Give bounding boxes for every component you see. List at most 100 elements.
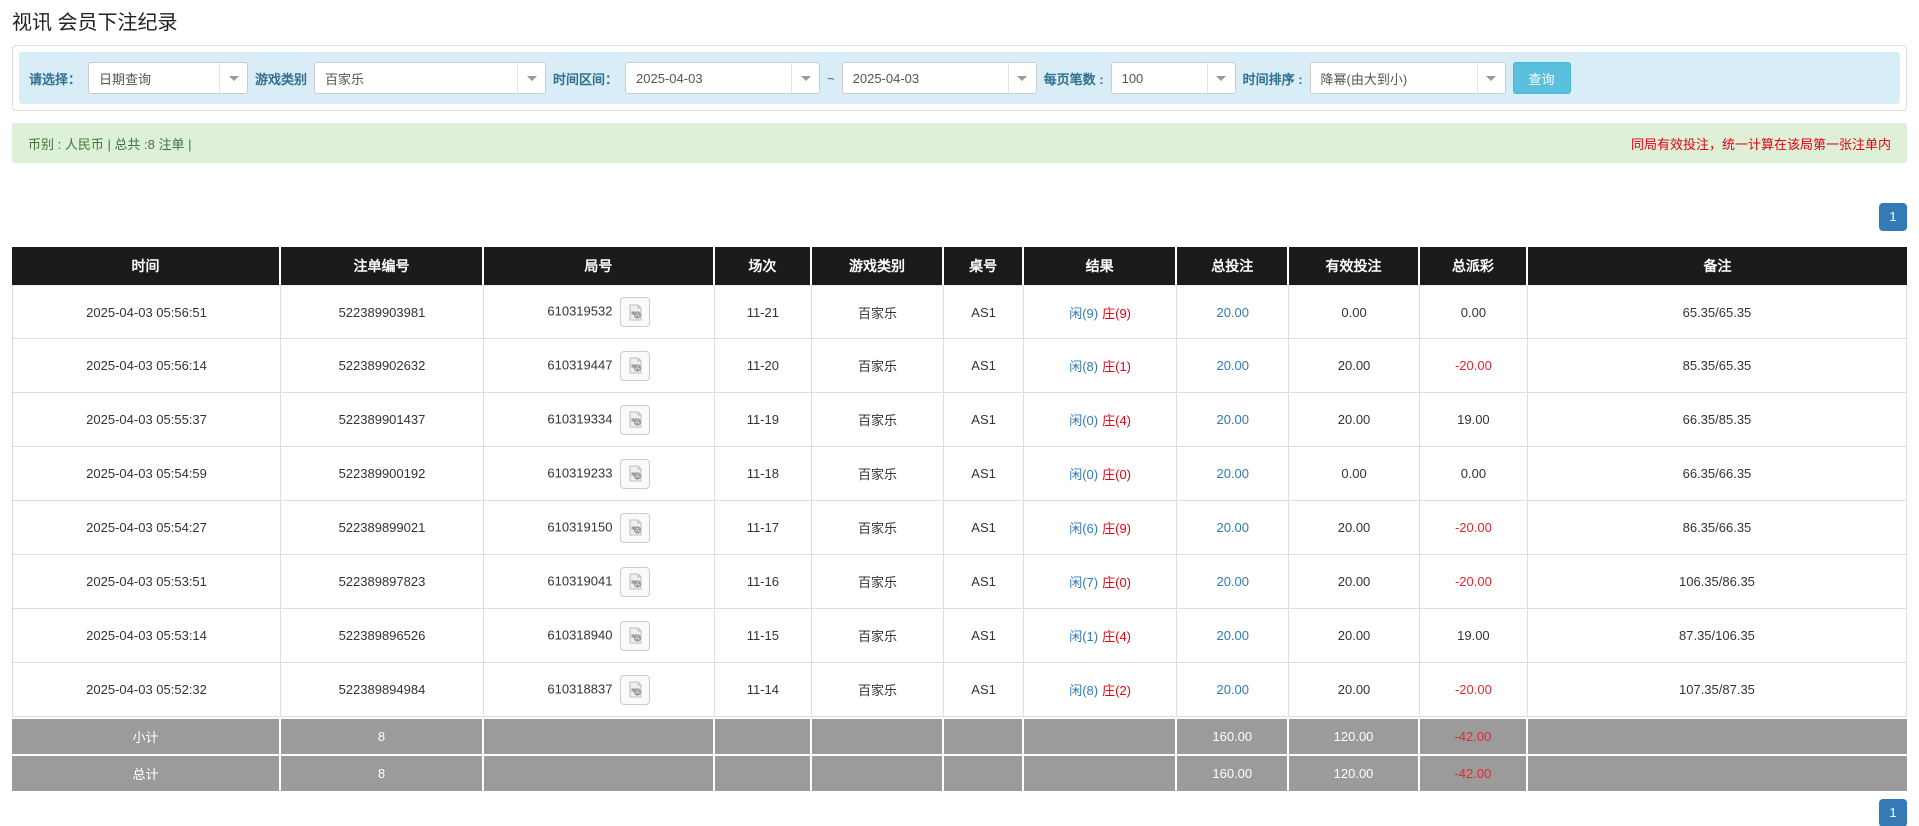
result-cell: 闲(6) 庄(9) xyxy=(1023,501,1178,555)
subtotal-payout: -42.00 xyxy=(1419,717,1528,754)
column-header-1: 注单编号 xyxy=(281,247,484,285)
result-banker: 庄(1) xyxy=(1102,359,1131,374)
result-banker: 庄(0) xyxy=(1102,575,1131,590)
time-cell: 2025-04-03 05:55:37 xyxy=(12,393,282,447)
table-row: 2025-04-03 05:52:32 522389894984 6103188… xyxy=(12,663,1907,717)
valid-bet-cell: 20.00 xyxy=(1289,555,1420,609)
total-bet-link[interactable]: 20.00 xyxy=(1216,520,1249,535)
video-file-icon xyxy=(629,519,642,536)
table-row: 2025-04-03 05:55:37 522389901437 6103193… xyxy=(12,393,1907,447)
page-1-button[interactable]: 1 xyxy=(1879,799,1907,826)
page-size-value: 100 xyxy=(1121,70,1144,86)
payout-cell: -20.00 xyxy=(1419,663,1528,717)
total-total-bet: 160.00 xyxy=(1177,754,1290,791)
video-replay-button[interactable] xyxy=(620,458,651,489)
payout-cell: -20.00 xyxy=(1419,555,1528,609)
filter-bar: 请选择： 日期查询 游戏类别 百家乐 时间区间： 2025-04-03 ~ 20… xyxy=(19,52,1900,104)
table-row: 2025-04-03 05:53:51 522389897823 6103190… xyxy=(12,555,1907,609)
chevron-down-icon[interactable] xyxy=(791,63,819,93)
date-from-select[interactable]: 2025-04-03 xyxy=(625,62,821,94)
game-type-cell: 百家乐 xyxy=(811,393,945,447)
video-replay-button[interactable] xyxy=(620,297,651,327)
betting-records-page: 视讯 会员下注纪录 请选择： 日期查询 游戏类别 百家乐 时间区间： 2025-… xyxy=(0,0,1919,826)
round-id: 610319233 xyxy=(547,464,613,480)
game-type-select[interactable]: 百家乐 xyxy=(314,62,547,94)
valid-bet-cell: 0.00 xyxy=(1289,447,1420,501)
query-type-label: 请选择： xyxy=(29,71,82,87)
column-header-4: 游戏类别 xyxy=(811,247,945,285)
total-bet-link[interactable]: 20.00 xyxy=(1216,466,1249,481)
result-cell: 闲(0) 庄(4) xyxy=(1023,393,1178,447)
valid-bet-cell: 20.00 xyxy=(1289,339,1420,393)
result-player: 闲(0) xyxy=(1069,413,1099,428)
video-replay-button[interactable] xyxy=(620,566,651,597)
video-replay-button[interactable] xyxy=(620,350,651,381)
session-cell: 11-20 xyxy=(715,339,812,393)
video-replay-button[interactable] xyxy=(620,512,651,543)
empty-cell xyxy=(944,717,1024,754)
session-cell: 11-19 xyxy=(715,393,812,447)
time-sort-label: 时间排序 : xyxy=(1242,71,1303,87)
bet-id-cell: 522389901437 xyxy=(281,393,484,447)
currency-summary-text: 币别 : 人民币 | 总共 :8 注单 | xyxy=(28,136,192,152)
valid-bet-cell: 20.00 xyxy=(1289,609,1420,663)
round-cell: 610319041 xyxy=(483,555,716,609)
chevron-down-icon[interactable] xyxy=(1007,63,1036,93)
table-no-cell: AS1 xyxy=(944,501,1024,555)
total-bet-link[interactable]: 20.00 xyxy=(1216,682,1249,697)
remark-cell: 107.35/87.35 xyxy=(1527,663,1907,717)
total-bet-cell: 20.00 xyxy=(1177,609,1290,663)
video-replay-button[interactable] xyxy=(620,674,651,705)
query-type-select[interactable]: 日期查询 xyxy=(88,62,249,94)
round-cell: 610319150 xyxy=(483,501,716,555)
result-player: 闲(8) xyxy=(1069,359,1099,374)
grand-total-row: 总计 8 160.00 120.00 -42.00 xyxy=(12,754,1907,791)
video-replay-button[interactable] xyxy=(620,404,651,435)
chevron-down-icon[interactable] xyxy=(1206,63,1235,93)
video-file-icon xyxy=(629,681,642,698)
time-cell: 2025-04-03 05:56:14 xyxy=(12,339,282,393)
bet-id-cell: 522389896526 xyxy=(281,609,484,663)
search-button[interactable]: 查询 xyxy=(1512,62,1571,94)
session-cell: 11-17 xyxy=(715,501,812,555)
video-file-icon xyxy=(629,304,642,320)
time-cell: 2025-04-03 05:56:51 xyxy=(12,285,282,339)
result-banker: 庄(9) xyxy=(1102,305,1131,321)
page-1-button[interactable]: 1 xyxy=(1879,203,1907,231)
remark-cell: 106.35/86.35 xyxy=(1527,555,1907,609)
table-row: 2025-04-03 05:54:59 522389900192 6103192… xyxy=(12,447,1907,501)
summary-bar: 币别 : 人民币 | 总共 :8 注单 | 同局有效投注，统一计算在该局第一张注… xyxy=(12,123,1907,163)
game-type-cell: 百家乐 xyxy=(811,501,945,555)
total-label: 总计 xyxy=(12,754,282,791)
time-sort-value: 降幂(由大到小) xyxy=(1320,71,1408,87)
game-type-cell: 百家乐 xyxy=(811,609,945,663)
result-banker: 庄(2) xyxy=(1102,683,1131,698)
chevron-down-icon[interactable] xyxy=(219,63,247,93)
subtotal-row: 小计 8 160.00 120.00 -42.00 xyxy=(12,717,1907,754)
empty-cell xyxy=(1023,717,1178,754)
page-size-select[interactable]: 100 xyxy=(1110,62,1236,94)
total-bet-link[interactable]: 20.00 xyxy=(1216,305,1249,320)
remark-cell: 85.35/65.35 xyxy=(1527,339,1907,393)
total-bet-cell: 20.00 xyxy=(1177,339,1290,393)
payout-cell: 19.00 xyxy=(1419,609,1528,663)
empty-cell xyxy=(1023,754,1178,791)
remark-cell: 66.35/85.35 xyxy=(1527,393,1907,447)
payout-cell: 19.00 xyxy=(1419,393,1528,447)
time-range-label: 时间区间： xyxy=(553,71,619,87)
video-replay-button[interactable] xyxy=(620,620,651,651)
chevron-down-icon[interactable] xyxy=(1476,63,1505,93)
empty-cell xyxy=(715,717,812,754)
total-bet-link[interactable]: 20.00 xyxy=(1216,412,1249,427)
time-sort-select[interactable]: 降幂(由大到小) xyxy=(1309,62,1506,94)
table-row: 2025-04-03 05:53:14 522389896526 6103189… xyxy=(12,609,1907,663)
column-header-3: 场次 xyxy=(715,247,812,285)
valid-bet-cell: 0.00 xyxy=(1289,285,1420,339)
round-id: 610319447 xyxy=(547,356,613,372)
valid-bet-cell: 20.00 xyxy=(1289,501,1420,555)
total-bet-link[interactable]: 20.00 xyxy=(1216,574,1249,589)
total-bet-link[interactable]: 20.00 xyxy=(1216,628,1249,643)
date-to-select[interactable]: 2025-04-03 xyxy=(841,62,1037,94)
chevron-down-icon[interactable] xyxy=(517,63,545,93)
total-bet-link[interactable]: 20.00 xyxy=(1216,358,1249,373)
